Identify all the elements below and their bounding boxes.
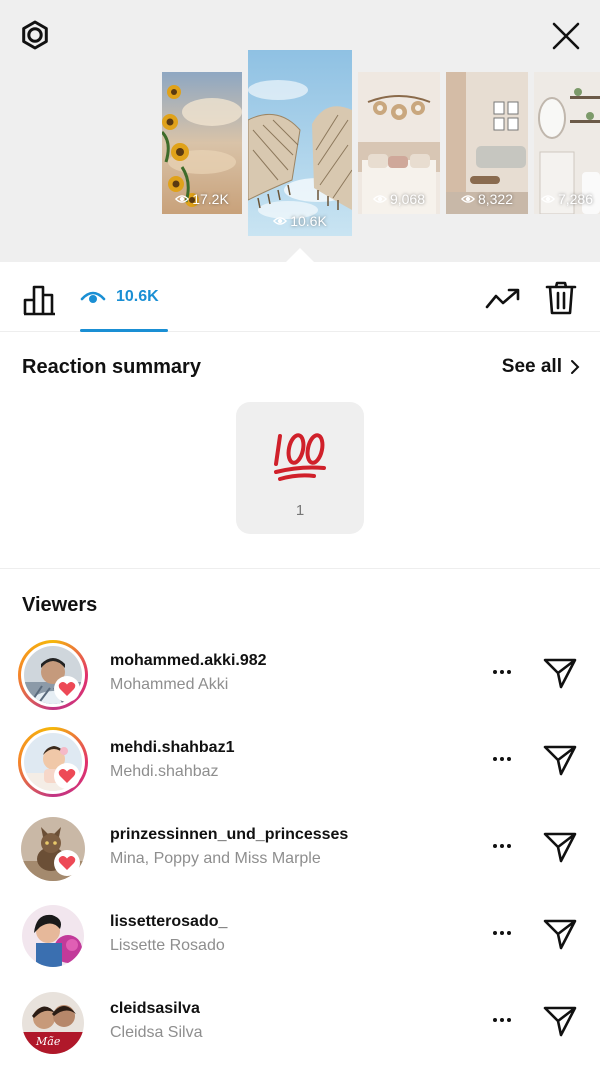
see-all-label: See all: [501, 356, 562, 377]
viewer-row[interactable]: lissetterosado_ Lissette Rosado: [0, 893, 600, 979]
bar-chart-icon: [23, 285, 55, 316]
promote-button[interactable]: [484, 282, 522, 316]
story-thumbnail[interactable]: 17.2K: [162, 72, 242, 214]
viewer-fullname: Cleidsa Silva: [110, 1024, 203, 1041]
viewer-row[interactable]: prinzessinnen_und_princesses Mina, Poppy…: [0, 806, 600, 892]
more-icon: [493, 1018, 511, 1022]
send-icon: [543, 745, 577, 776]
viewer-username[interactable]: mehdi.shahbaz1: [110, 739, 234, 757]
section-divider: [0, 568, 600, 569]
more-options-button[interactable]: [488, 1010, 516, 1030]
delete-button[interactable]: [544, 280, 578, 316]
send-icon: [543, 658, 577, 689]
chevron-right-icon: [571, 360, 580, 374]
selected-story-caret: [286, 248, 314, 262]
more-icon: [493, 931, 511, 935]
send-icon: [543, 832, 577, 863]
send-message-button[interactable]: [542, 743, 578, 777]
story-view-count: 10.6K: [248, 213, 352, 229]
hundred-points-icon: [236, 426, 364, 487]
viewers-count: 10.6K: [116, 288, 159, 305]
send-message-button[interactable]: [542, 917, 578, 951]
viewer-row[interactable]: Mãe cleidsasilva Cleidsa Silva: [0, 980, 600, 1066]
avatar-badge-text: Mãe: [36, 1035, 61, 1048]
story-view-count-text: 17.2K: [192, 191, 229, 207]
viewer-row[interactable]: mohammed.akki.982 Mohammed Akki: [0, 632, 600, 718]
reaction-summary-title: Reaction summary: [22, 356, 201, 378]
send-icon: [543, 919, 577, 950]
story-view-count: 9,068: [358, 191, 440, 207]
viewer-username[interactable]: lissetterosado_: [110, 913, 227, 931]
more-options-button[interactable]: [488, 836, 516, 856]
more-icon: [493, 844, 511, 848]
story-thumbnail[interactable]: 7,286: [534, 72, 600, 214]
eye-icon: [372, 195, 387, 203]
story-thumbnail[interactable]: 9,068: [358, 72, 440, 214]
viewer-fullname: Lissette Rosado: [110, 937, 225, 954]
heart-icon: [58, 769, 76, 783]
liked-story-badge: [54, 676, 80, 702]
trend-icon: [485, 288, 520, 309]
viewers-tab[interactable]: 10.6K: [80, 280, 159, 314]
send-icon: [543, 1006, 577, 1037]
story-view-count-text: 10.6K: [290, 213, 327, 229]
heart-icon: [58, 682, 76, 696]
avatar[interactable]: [18, 727, 88, 797]
story-view-count-text: 8,322: [477, 191, 514, 207]
liked-story-badge: [54, 850, 80, 876]
more-options-button[interactable]: [488, 749, 516, 769]
liked-story-badge: [54, 763, 80, 789]
story-image: [248, 50, 352, 236]
settings-button[interactable]: [16, 16, 54, 54]
eye-icon: [540, 195, 555, 203]
eye-icon: [460, 195, 475, 203]
viewer-fullname: Mina, Poppy and Miss Marple: [110, 850, 321, 867]
active-tab-indicator: [80, 329, 168, 332]
reaction-count: 1: [295, 502, 305, 519]
story-view-count: 17.2K: [162, 191, 242, 207]
avatar-image: [22, 905, 84, 967]
insights-button[interactable]: [22, 282, 58, 316]
avatar[interactable]: Mãe: [18, 988, 88, 1058]
send-message-button[interactable]: [542, 1004, 578, 1038]
story-view-count: 7,286: [534, 191, 600, 207]
avatar[interactable]: [18, 640, 88, 710]
trash-icon: [545, 281, 577, 315]
viewers-title: Viewers: [22, 594, 98, 616]
story-view-count-text: 9,068: [389, 191, 426, 207]
story-view-count: 8,322: [446, 191, 528, 207]
more-options-button[interactable]: [488, 662, 516, 682]
eye-icon: [80, 291, 106, 303]
see-all-button[interactable]: See all: [502, 356, 580, 378]
send-message-button[interactable]: [542, 656, 578, 690]
viewer-username[interactable]: mohammed.akki.982: [110, 652, 267, 670]
close-button[interactable]: [546, 16, 586, 56]
story-thumbnail-selected[interactable]: 10.6K: [248, 50, 352, 236]
viewer-row[interactable]: mehdi.shahbaz1 Mehdi.shahbaz: [0, 719, 600, 805]
avatar[interactable]: [18, 814, 88, 884]
eye-icon: [273, 217, 288, 225]
close-icon: [552, 22, 580, 50]
story-view-count-text: 7,286: [557, 191, 594, 207]
heart-icon: [58, 856, 76, 870]
story-thumbnail[interactable]: 8,322: [446, 72, 528, 214]
reaction-card[interactable]: 1: [236, 402, 364, 534]
more-icon: [493, 757, 511, 761]
gear-icon: [22, 20, 48, 50]
avatar[interactable]: [18, 901, 88, 971]
viewer-fullname: Mehdi.shahbaz: [110, 763, 219, 780]
insights-toolbar: 10.6K: [0, 262, 600, 332]
viewer-username[interactable]: prinzessinnen_und_princesses: [110, 826, 348, 844]
story-strip: 17.2K 10.6K 9,068 8,322 7,286: [0, 0, 600, 262]
more-icon: [493, 670, 511, 674]
more-options-button[interactable]: [488, 923, 516, 943]
send-message-button[interactable]: [542, 830, 578, 864]
viewer-fullname: Mohammed Akki: [110, 676, 229, 693]
viewer-username[interactable]: cleidsasilva: [110, 1000, 200, 1018]
eye-icon: [175, 195, 190, 203]
